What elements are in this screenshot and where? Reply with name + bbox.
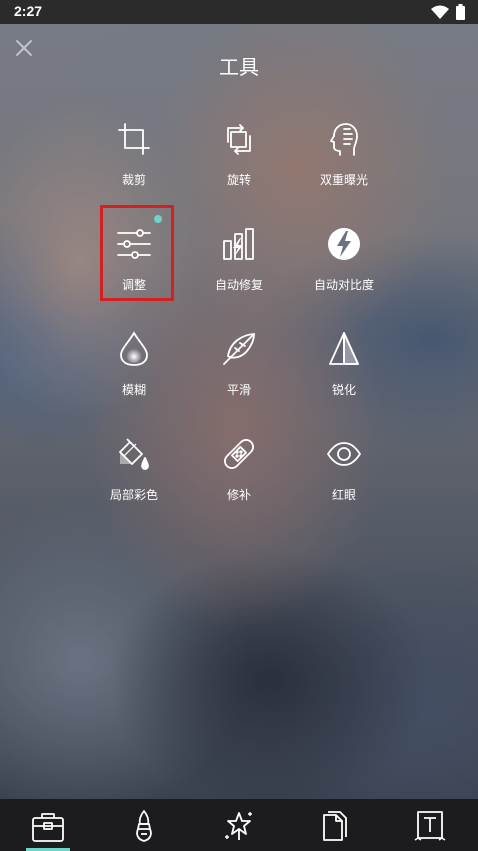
nav-magic[interactable] [191, 799, 287, 851]
tool-heal[interactable]: 修补 [179, 436, 299, 526]
toolbox-icon [32, 813, 64, 842]
tool-red-eye[interactable]: 红眼 [284, 436, 404, 526]
tool-label: 锐化 [331, 383, 356, 397]
tool-crop[interactable]: 裁剪 [74, 121, 194, 211]
tool-label: 裁剪 [121, 173, 146, 187]
tool-label: 旋转 [226, 173, 251, 187]
rotate-icon [227, 124, 251, 155]
wifi-icon [431, 5, 449, 19]
red-eye-icon [327, 442, 361, 466]
tool-auto-fix[interactable]: 自动修复 [179, 226, 299, 316]
auto-fix-icon [223, 228, 254, 260]
tool-sharpen[interactable]: 锐化 [284, 331, 404, 421]
brush-icon [136, 810, 152, 842]
new-badge-dot [154, 215, 162, 223]
page-title: 工具 [219, 55, 259, 79]
tool-label: 局部彩色 [109, 488, 158, 502]
smooth-feather-icon [223, 333, 255, 365]
heal-bandage-icon [224, 439, 254, 469]
tool-label: 自动对比度 [313, 278, 374, 292]
tool-color-splash[interactable]: 局部彩色 [74, 436, 194, 526]
tool-auto-contrast[interactable]: 自动对比度 [284, 226, 404, 316]
nav-tools[interactable] [0, 799, 96, 851]
battery-icon [456, 4, 465, 20]
color-splash-bucket-icon [119, 438, 149, 470]
tool-smooth[interactable]: 平滑 [179, 331, 299, 421]
status-time: 2:27 [14, 3, 43, 19]
status-bar: 2:27 [0, 0, 478, 24]
auto-contrast-icon [328, 228, 360, 260]
tool-label: 模糊 [121, 383, 146, 397]
tool-rotate[interactable]: 旋转 [179, 121, 299, 211]
crop-icon [118, 123, 150, 155]
tool-label: 自动修复 [214, 278, 263, 292]
tool-label: 平滑 [226, 383, 251, 397]
highlight-box [100, 205, 174, 301]
nav-text[interactable] [382, 799, 478, 851]
double-exposure-icon [330, 123, 358, 156]
bottom-nav [0, 799, 478, 851]
nav-effects[interactable] [96, 799, 192, 851]
blur-drop-icon [120, 331, 148, 366]
tool-double-exposure[interactable]: 双重曝光 [284, 121, 404, 211]
sticker-pages-icon [323, 811, 347, 841]
tool-blur[interactable]: 模糊 [74, 331, 194, 421]
nav-stickers[interactable] [287, 799, 383, 851]
sharpen-prism-icon [329, 332, 359, 365]
sparkle-star-icon [225, 812, 252, 840]
tool-label: 双重曝光 [319, 173, 368, 187]
tool-label: 修补 [226, 488, 251, 502]
text-icon [414, 811, 446, 841]
tool-label: 红眼 [331, 488, 356, 502]
